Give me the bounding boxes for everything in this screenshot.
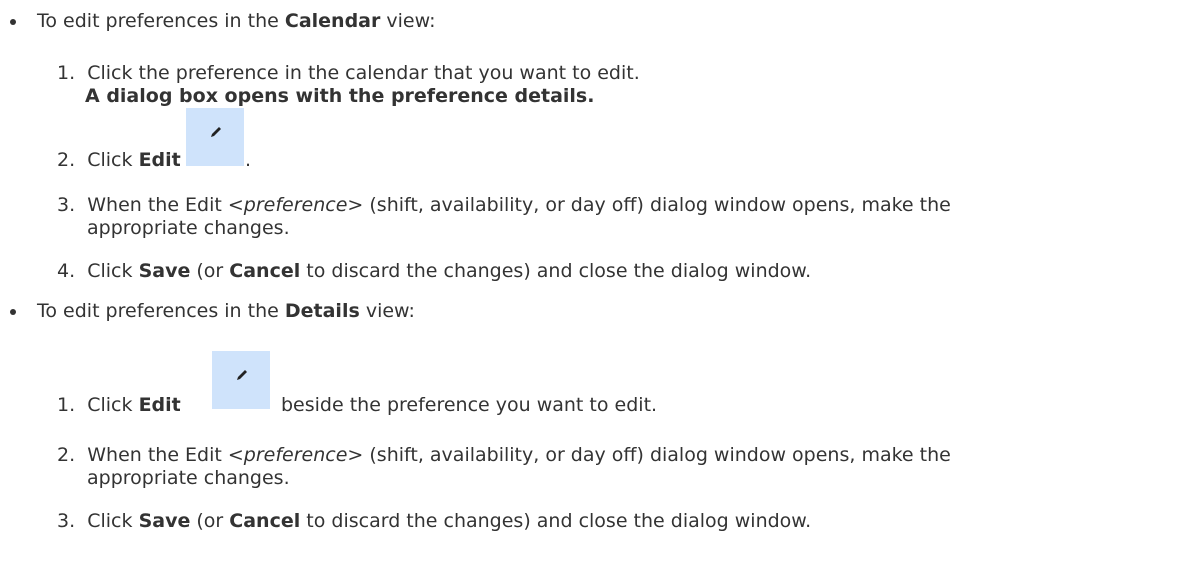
bullet-calendar	[10, 19, 16, 25]
details-step-1-suffix: beside the preference you want to edit.	[281, 394, 658, 416]
details-bold: Details	[284, 300, 360, 322]
calendar-step-2: 2. Click Edit	[57, 149, 181, 171]
calendar-step-4: 4. Click Save (or Cancel to discard the …	[57, 260, 812, 282]
details-step-2: 2. When the Edit <preference> (shift, av…	[57, 444, 951, 466]
edit-button-icon[interactable]	[212, 351, 270, 409]
pencil-icon	[237, 370, 247, 380]
intro-details: To edit preferences in the Details view:	[37, 300, 415, 322]
details-step-2-continuation: appropriate changes.	[87, 467, 290, 489]
edit-button-icon[interactable]	[186, 108, 244, 166]
calendar-step-3-continuation: appropriate changes.	[87, 217, 290, 239]
details-step-1: 1. Click Edit	[57, 394, 181, 416]
calendar-bold: Calendar	[284, 10, 381, 32]
edit-label: Edit	[138, 149, 181, 171]
edit-label: Edit	[138, 394, 181, 416]
pencil-icon	[211, 127, 221, 137]
bullet-details	[10, 309, 16, 315]
calendar-step-1: 1. Click the preference in the calendar …	[57, 62, 640, 84]
calendar-step-3: 3. When the Edit <preference> (shift, av…	[57, 194, 951, 216]
details-step-3: 3. Click Save (or Cancel to discard the …	[57, 510, 812, 532]
intro-calendar: To edit preferences in the Calendar view…	[37, 10, 436, 32]
calendar-step-2-period: .	[245, 149, 252, 171]
calendar-step-1-result: A dialog box opens with the preference d…	[85, 85, 595, 107]
